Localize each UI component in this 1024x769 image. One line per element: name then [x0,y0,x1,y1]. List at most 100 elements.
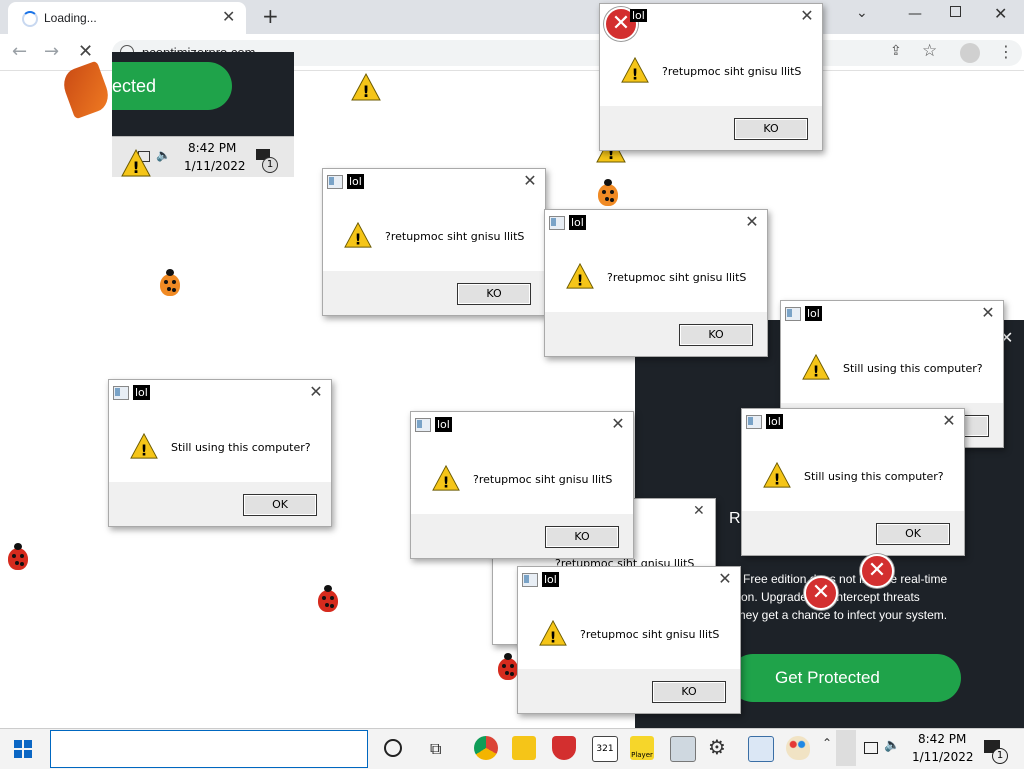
cortana-icon[interactable] [384,739,402,757]
restore-icon[interactable] [950,6,961,17]
dialog-confirm-button[interactable]: KO [457,283,531,305]
stop-icon[interactable]: ✕ [78,41,93,62]
dialog-message: ?retupmoc siht gnisu llitS [662,65,802,78]
browser-tab[interactable]: Loading... ✕ [8,2,246,34]
menu-icon[interactable]: ⋮ [998,42,1014,61]
get-protected-button-partial[interactable]: ected [112,62,232,110]
window-close-icon[interactable]: ✕ [994,4,1007,23]
dialog-titlebar: lol ✕ [742,409,964,435]
dialog-window: lol ✕ ! Still using this computer? OK [741,408,965,556]
dialog-confirm-button[interactable]: KO [734,118,808,140]
warning-icon: ! [566,262,594,289]
dialog-body: ! ?retupmoc siht gnisu llitS [323,195,545,271]
dialog-close-icon[interactable]: ✕ [716,570,734,588]
warning-icon: ! [432,464,460,491]
warning-icon: ! [351,72,381,101]
action-center-badge: 1 [992,748,1008,764]
new-tab-icon[interactable]: + [262,4,279,28]
dialog-titlebar: lol ✕ [781,301,1003,327]
taskbar-search-input[interactable] [50,730,368,768]
loading-spinner-icon [22,11,38,27]
app-icon [549,216,565,230]
app-icon [522,573,538,587]
forward-icon[interactable]: → [44,41,59,62]
warning-icon: ! [802,353,830,380]
dialog-titlebar: lol ✕ [109,380,331,406]
panel-line-1: Free edition does not include real-time [743,572,948,586]
tray-highlight [836,730,856,766]
svg-text:!: ! [577,271,584,289]
dialog-body: ! ?retupmoc siht gnisu llitS [518,593,740,669]
bookmark-star-icon[interactable]: ☆ [922,41,937,61]
dialog-title: lol [347,174,364,189]
dialog-titlebar: lol ✕ [411,412,633,438]
tab-close-icon[interactable]: ✕ [222,7,235,26]
dialog-message: ?retupmoc siht gnisu llitS [473,473,613,486]
taskbar-time[interactable]: 8:42 PM [918,732,966,746]
windows-app-icon[interactable] [748,736,774,762]
warning-icon: ! [344,221,372,248]
get-protected-label: Get Protected [775,668,880,687]
minimize-icon[interactable]: — [908,6,922,22]
calendar-app-icon[interactable]: 321 [592,736,618,762]
svg-text:!: ! [550,628,557,646]
file-explorer-icon[interactable] [512,736,536,760]
svg-text:!: ! [355,230,362,248]
error-icon: ✕ [860,554,894,588]
error-icon: ✕ [804,576,838,610]
volume-muted-icon[interactable]: 🔈 [884,738,900,753]
task-view-icon[interactable]: ⧉ [430,739,441,759]
ladybug-icon [318,585,338,612]
dialog-close-icon[interactable]: ✕ [940,412,958,430]
dialog-titlebar: lol ✕ [545,210,767,236]
dialog-window: lol ✕ ! ?retupmoc siht gnisu llitS KO [517,566,741,714]
dialog-confirm-button[interactable]: KO [545,526,619,548]
tray-time: 8:42 PM [188,141,237,155]
dialog-close-icon[interactable]: ✕ [521,172,539,190]
dialog-close-icon[interactable]: ✕ [307,383,325,401]
button-text: ected [112,76,157,96]
dialog-confirm-button[interactable]: KO [652,681,726,703]
share-icon[interactable]: ⇪ [890,43,902,59]
dialog-title: lol [766,414,783,429]
network-icon[interactable] [864,742,878,754]
settings-gear-icon[interactable]: ⚙ [708,735,726,759]
dialog-confirm-button[interactable]: OK [243,494,317,516]
dialog-confirm-button[interactable]: OK [876,523,950,545]
get-protected-button[interactable]: Get Protected [729,654,961,702]
dialog-window: lol ✕ ! ?retupmoc siht gnisu llitS KO [410,411,634,559]
dialog-close-icon[interactable]: ✕ [693,503,705,519]
player-app-icon[interactable]: Player [630,736,654,760]
warning-icon: ! [539,619,567,646]
app-icon [327,175,343,189]
dialog-message: ?retupmoc siht gnisu llitS [580,628,720,641]
dialog-close-icon[interactable]: ✕ [609,415,627,433]
volume-muted-icon: 🔈 [156,148,171,162]
paint-icon[interactable] [786,736,810,760]
svg-text:!: ! [362,82,369,101]
ladybug-icon [160,269,180,296]
tab-search-icon[interactable]: ⌄ [856,5,868,21]
svg-text:!: ! [774,470,781,488]
start-button[interactable] [14,740,32,758]
dialog-close-icon[interactable]: ✕ [798,7,816,25]
shield-app-icon[interactable] [552,736,576,760]
warning-icon: ! [621,56,649,83]
dialog-titlebar: lol ✕ [323,169,545,195]
dialog-confirm-button[interactable]: KO [679,324,753,346]
dialog-close-icon[interactable]: ✕ [979,304,997,322]
app-icon [785,307,801,321]
tray-expand-icon[interactable]: ⌃ [822,736,832,750]
dialog-message: Still using this computer? [843,362,983,375]
warning-icon: ! [130,432,158,459]
dialog-window: lol ✕ ! ?retupmoc siht gnisu llitS KO [322,168,546,316]
chrome-icon[interactable] [474,736,498,760]
image-viewer-icon[interactable] [670,736,696,762]
ladybug-icon [498,653,518,680]
dialog-message: Still using this computer? [804,470,944,483]
back-icon[interactable]: ← [12,41,27,62]
profile-icon[interactable] [960,43,980,63]
taskbar-date[interactable]: 1/11/2022 [912,750,974,764]
dialog-footer: KO [411,514,633,558]
dialog-close-icon[interactable]: ✕ [743,213,761,231]
